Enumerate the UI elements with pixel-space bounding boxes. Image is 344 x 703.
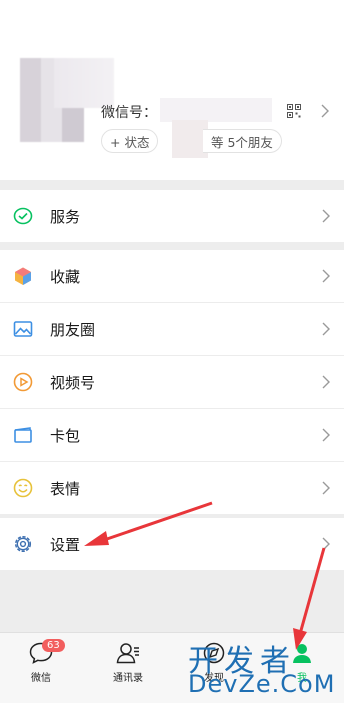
chevron-right-icon [322, 322, 330, 336]
qr-code-icon[interactable] [287, 104, 301, 118]
chevron-right-icon [322, 428, 330, 442]
menu-label: 视频号 [50, 373, 96, 392]
status-label: + 状态 [110, 134, 150, 150]
card-wallet-icon [14, 427, 32, 443]
tab-label: 微信 [31, 673, 51, 684]
menu-item-moments[interactable]: 朋友圈 [0, 303, 344, 355]
gear-icon [14, 535, 32, 553]
watermark-bottom-text: DevZe.CoM [188, 670, 336, 698]
friends-status-chip[interactable]: 等 5个朋友 [203, 129, 282, 153]
friends-status-label: 等 5个朋友 [211, 134, 273, 150]
moments-icon [13, 321, 33, 337]
menu-item-settings[interactable]: 设置 [0, 518, 344, 570]
menu-item-favorites[interactable]: 收藏 [0, 250, 344, 302]
unread-badge: 63 [42, 639, 65, 652]
sticker-icon [13, 478, 33, 498]
site-watermark: 开发者 DevZe.CoM [188, 632, 344, 700]
menu-item-cards[interactable]: 卡包 [0, 409, 344, 461]
channels-icon [13, 372, 33, 392]
chevron-right-icon [322, 269, 330, 283]
menu-item-channels[interactable]: 视频号 [0, 356, 344, 408]
chevron-right-icon[interactable] [321, 104, 329, 118]
status-button[interactable]: + 状态 [101, 129, 159, 153]
tab-label: 通讯录 [113, 673, 143, 684]
service-icon [13, 207, 33, 225]
menu-item-service[interactable]: 服务 [0, 190, 344, 242]
menu-label: 设置 [50, 535, 81, 554]
menu-label: 收藏 [50, 267, 81, 286]
menu-item-stickers[interactable]: 表情 [0, 462, 344, 514]
wechat-id-redacted [160, 98, 272, 122]
wechat-id-label: 微信号： [101, 105, 157, 121]
menu-label: 表情 [50, 479, 81, 498]
profile-header[interactable]: 微信号： + 状态 等 5个朋友 [0, 0, 344, 180]
menu-label: 服务 [50, 207, 81, 226]
menu-label: 朋友圈 [50, 320, 96, 339]
chevron-right-icon [322, 481, 330, 495]
chevron-right-icon [322, 375, 330, 389]
tab-contacts[interactable]: 通讯录 [98, 641, 158, 684]
contacts-icon [116, 643, 139, 664]
favorites-icon [15, 267, 31, 285]
avatar[interactable] [20, 58, 114, 142]
tab-chats[interactable]: 63 微信 [11, 639, 71, 684]
chevron-right-icon [322, 537, 330, 551]
chevron-right-icon [322, 209, 330, 223]
menu-label: 卡包 [50, 426, 81, 445]
